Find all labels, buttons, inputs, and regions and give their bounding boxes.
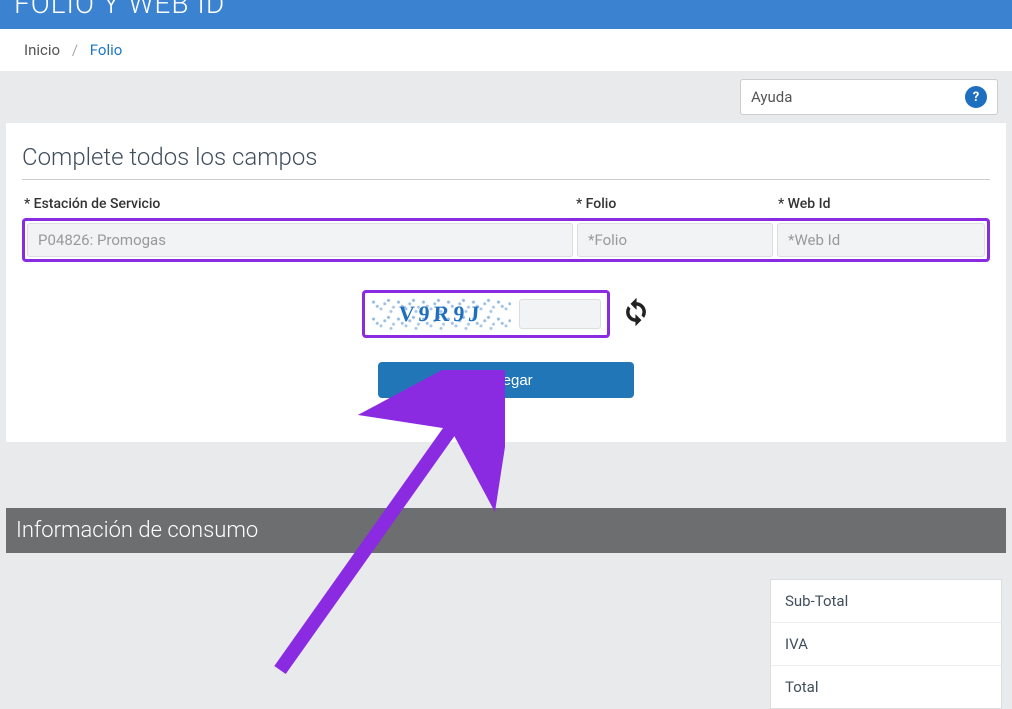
- help-box[interactable]: Ayuda ?: [740, 79, 998, 115]
- refresh-icon[interactable]: [622, 298, 650, 330]
- summary-card: Sub-Total IVA Total: [770, 579, 1002, 709]
- consumption-section-title: Información de consumo: [6, 508, 1006, 553]
- label-webid: * Web Id: [776, 196, 990, 212]
- label-estacion: * Estación de Servicio: [22, 196, 574, 212]
- summary-subtotal: Sub-Total: [771, 580, 1001, 623]
- page-title: FOLIO Y WEB ID: [14, 0, 225, 18]
- captcha-image: V9R9J: [371, 297, 511, 331]
- breadcrumb-current[interactable]: Folio: [90, 41, 123, 59]
- form-fields-highlight: P04826: Promogas *Folio *Web Id: [22, 218, 990, 262]
- captcha-input[interactable]: [519, 299, 601, 329]
- help-label: Ayuda: [751, 88, 792, 106]
- breadcrumb: Inicio / Folio: [0, 29, 1012, 71]
- form-heading: Complete todos los campos: [22, 143, 990, 180]
- webid-input[interactable]: *Web Id: [777, 223, 985, 257]
- estacion-input[interactable]: P04826: Promogas: [27, 223, 573, 257]
- form-panel: Complete todos los campos * Estación de …: [6, 123, 1006, 442]
- help-icon[interactable]: ?: [965, 86, 987, 108]
- breadcrumb-separator: /: [72, 41, 78, 59]
- captcha-highlight: V9R9J: [362, 290, 610, 338]
- summary-total: Total: [771, 666, 1001, 708]
- page-header: FOLIO Y WEB ID: [0, 0, 1012, 29]
- agregar-button[interactable]: Agregar: [378, 362, 634, 398]
- folio-input[interactable]: *Folio: [577, 223, 773, 257]
- summary-iva: IVA: [771, 623, 1001, 666]
- label-folio: * Folio: [574, 196, 776, 212]
- breadcrumb-home[interactable]: Inicio: [24, 41, 60, 59]
